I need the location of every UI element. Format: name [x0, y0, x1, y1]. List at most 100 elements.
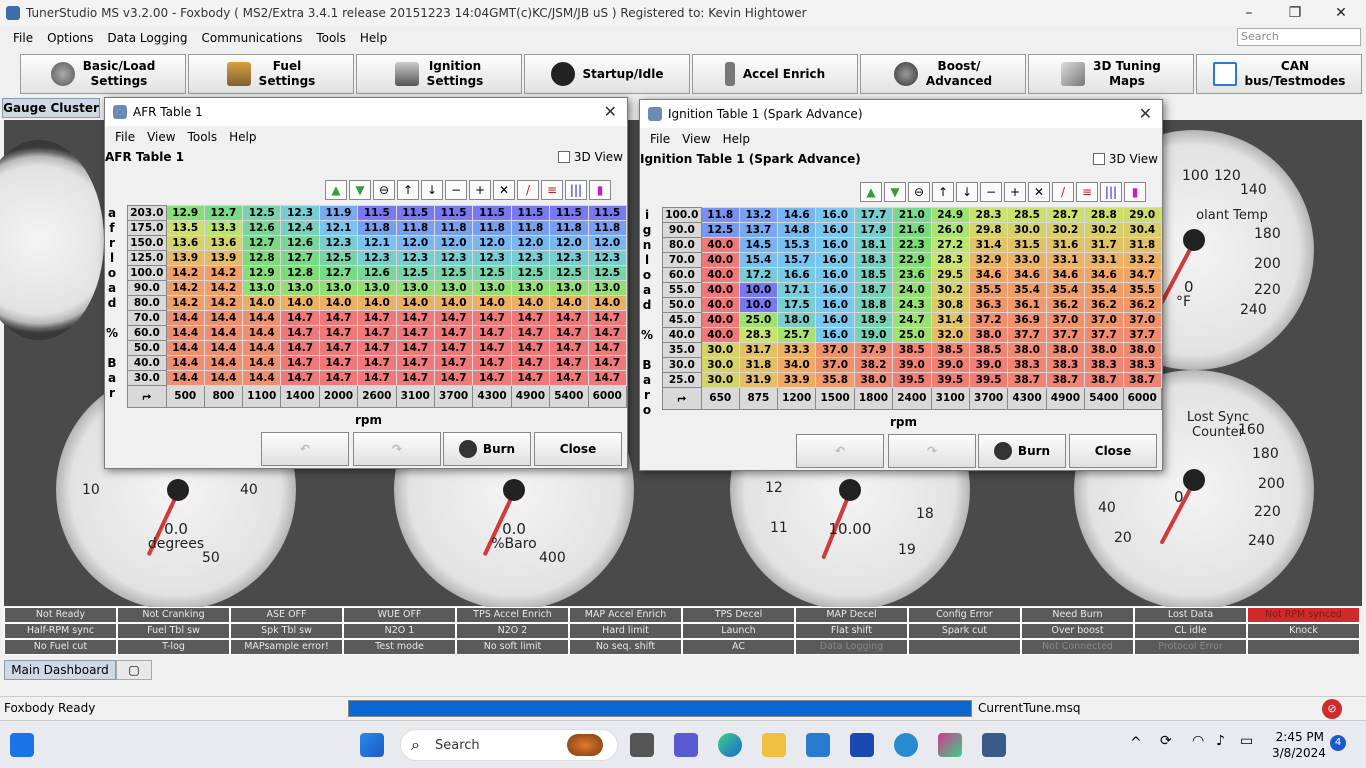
table-cell[interactable]: 14.7 — [357, 340, 397, 356]
y-axis-cell[interactable]: 175.0 — [127, 220, 167, 236]
table-cell[interactable]: 35.8 — [815, 372, 855, 388]
table-cell[interactable]: 10.0 — [738, 282, 778, 298]
table-cell[interactable]: 11.8 — [472, 220, 512, 236]
burn-button[interactable]: Burn — [978, 434, 1066, 468]
table-cell[interactable]: 38.0 — [1084, 342, 1124, 358]
accel-enrich-button[interactable]: Accel Enrich — [692, 54, 858, 94]
table-cell[interactable]: 12.5 — [549, 265, 589, 281]
table-cell[interactable]: 14.7 — [318, 325, 359, 341]
table-cell[interactable]: 14.7 — [280, 340, 320, 356]
table-cell[interactable]: 13.0 — [357, 280, 397, 296]
table-cell[interactable]: 14.0 — [549, 295, 589, 311]
menu-file[interactable]: File — [644, 128, 676, 150]
table-cell[interactable]: 16.0 — [815, 237, 855, 253]
y-axis-cell[interactable]: 100.0 — [662, 207, 702, 223]
table-cell[interactable]: 34.7 — [1122, 267, 1162, 283]
table-cell[interactable]: 36.2 — [1084, 297, 1124, 313]
x-axis-cell[interactable]: 650 — [700, 387, 740, 410]
table-cell[interactable]: 28.3 — [738, 327, 778, 343]
table-cell[interactable]: 13.0 — [318, 280, 359, 296]
table-cell[interactable]: 14.4 — [241, 355, 282, 371]
table-cell[interactable]: 14.7 — [587, 325, 627, 341]
table-cell[interactable]: 31.8 — [1122, 237, 1162, 253]
x-axis-cell[interactable]: 3700 — [968, 387, 1009, 410]
table-cell[interactable]: 30.2 — [930, 282, 970, 298]
notification-badge[interactable]: 4 — [1330, 735, 1346, 751]
table-cell[interactable]: 16.0 — [815, 222, 855, 238]
table-cell[interactable]: 37.0 — [815, 357, 855, 373]
table-cell[interactable]: 13.6 — [165, 235, 205, 251]
table-cell[interactable]: 14.7 — [318, 310, 359, 326]
y-axis-cell[interactable]: 45.0 — [662, 312, 702, 328]
table-cell[interactable]: 12.5 — [241, 205, 282, 221]
table-cell[interactable]: 37.7 — [1122, 327, 1162, 343]
close-icon[interactable]: ✕ — [604, 102, 617, 121]
table-cell[interactable]: 13.6 — [203, 235, 243, 251]
table-cell[interactable]: 28.3 — [968, 207, 1009, 223]
table-cell[interactable]: 12.7 — [203, 205, 243, 221]
table-cell[interactable]: 10.0 — [738, 297, 778, 313]
table-cell[interactable]: 40.0 — [700, 252, 740, 268]
table-cell[interactable]: 12.1 — [318, 220, 359, 236]
y-axis-cell[interactable]: 100.0 — [127, 265, 167, 281]
table-cell[interactable]: 38.3 — [1045, 357, 1086, 373]
table-cell[interactable]: 14.4 — [165, 355, 205, 371]
close-button[interactable]: Close — [534, 432, 622, 466]
table-cell[interactable]: 11.8 — [433, 220, 474, 236]
table-cell[interactable]: 14.7 — [395, 325, 435, 341]
minimize-icon[interactable]: – — [1226, 0, 1272, 26]
table-cell[interactable]: 17.9 — [853, 222, 894, 238]
undo-button[interactable]: ↶ — [261, 432, 349, 466]
table-cell[interactable]: 14.7 — [318, 340, 359, 356]
table-cell[interactable]: 24.9 — [930, 207, 970, 223]
table-cell[interactable]: 14.5 — [738, 237, 778, 253]
table-cell[interactable]: 14.2 — [165, 295, 205, 311]
clear-icon[interactable]: ✕ — [493, 180, 515, 200]
table-cell[interactable]: 16.6 — [776, 267, 817, 283]
table-cell[interactable]: 14.4 — [165, 340, 205, 356]
table-cell[interactable]: 36.9 — [1007, 312, 1047, 328]
table-cell[interactable]: 13.3 — [203, 220, 243, 236]
table-cell[interactable]: 14.7 — [318, 370, 359, 386]
fuel-settings-button[interactable]: Fuel Settings — [188, 54, 354, 94]
table-cell[interactable]: 18.3 — [853, 252, 894, 268]
axis-swap-icon[interactable]: ⮣ — [127, 385, 167, 408]
x-axis-cell[interactable]: 4300 — [472, 385, 512, 408]
table-cell[interactable]: 14.0 — [241, 295, 282, 311]
y-axis-cell[interactable]: 70.0 — [662, 252, 702, 268]
table-cell[interactable]: 39.5 — [930, 372, 970, 388]
table-cell[interactable]: 11.5 — [357, 205, 397, 221]
menu-tools[interactable]: Tools — [182, 126, 224, 148]
table-cell[interactable]: 16.0 — [815, 297, 855, 313]
table-cell[interactable]: 14.7 — [433, 325, 474, 341]
x-axis-cell[interactable]: 5400 — [549, 385, 589, 408]
table-cell[interactable]: 14.7 — [433, 370, 474, 386]
table-cell[interactable]: 33.0 — [1007, 252, 1047, 268]
up-green-icon[interactable]: ▲ — [860, 182, 882, 202]
color-scale-icon[interactable]: ▮ — [589, 180, 611, 200]
x-axis-cell[interactable]: 6000 — [1122, 387, 1162, 410]
rows-icon[interactable]: ≡ — [541, 180, 563, 200]
x-axis-cell[interactable]: 1200 — [776, 387, 817, 410]
table-cell[interactable]: 40.0 — [700, 297, 740, 313]
table-cell[interactable]: 35.4 — [1007, 282, 1047, 298]
table-cell[interactable]: 14.4 — [165, 325, 205, 341]
x-axis-cell[interactable]: 3100 — [395, 385, 435, 408]
menu-help[interactable]: Help — [353, 28, 394, 48]
disconnected-icon[interactable]: ⊘ — [1322, 699, 1342, 719]
y-axis-cell[interactable]: 60.0 — [662, 267, 702, 283]
table-cell[interactable]: 14.4 — [203, 370, 243, 386]
table-cell[interactable]: 14.7 — [280, 370, 320, 386]
table-cell[interactable]: 14.7 — [510, 370, 551, 386]
table-cell[interactable]: 24.0 — [892, 282, 932, 298]
table-cell[interactable]: 14.4 — [165, 310, 205, 326]
table-cell[interactable]: 24.3 — [892, 297, 932, 313]
task-view-icon[interactable] — [630, 733, 654, 757]
down-arrow-icon[interactable]: ↓ — [956, 182, 978, 202]
table-cell[interactable]: 18.5 — [853, 267, 894, 283]
basic-load-settings-button[interactable]: Basic/Load Settings — [20, 54, 186, 94]
table-cell[interactable]: 38.7 — [1084, 372, 1124, 388]
down-green-icon[interactable]: ▼ — [349, 180, 371, 200]
table-cell[interactable]: 30.0 — [700, 357, 740, 373]
table-cell[interactable]: 12.5 — [433, 265, 474, 281]
